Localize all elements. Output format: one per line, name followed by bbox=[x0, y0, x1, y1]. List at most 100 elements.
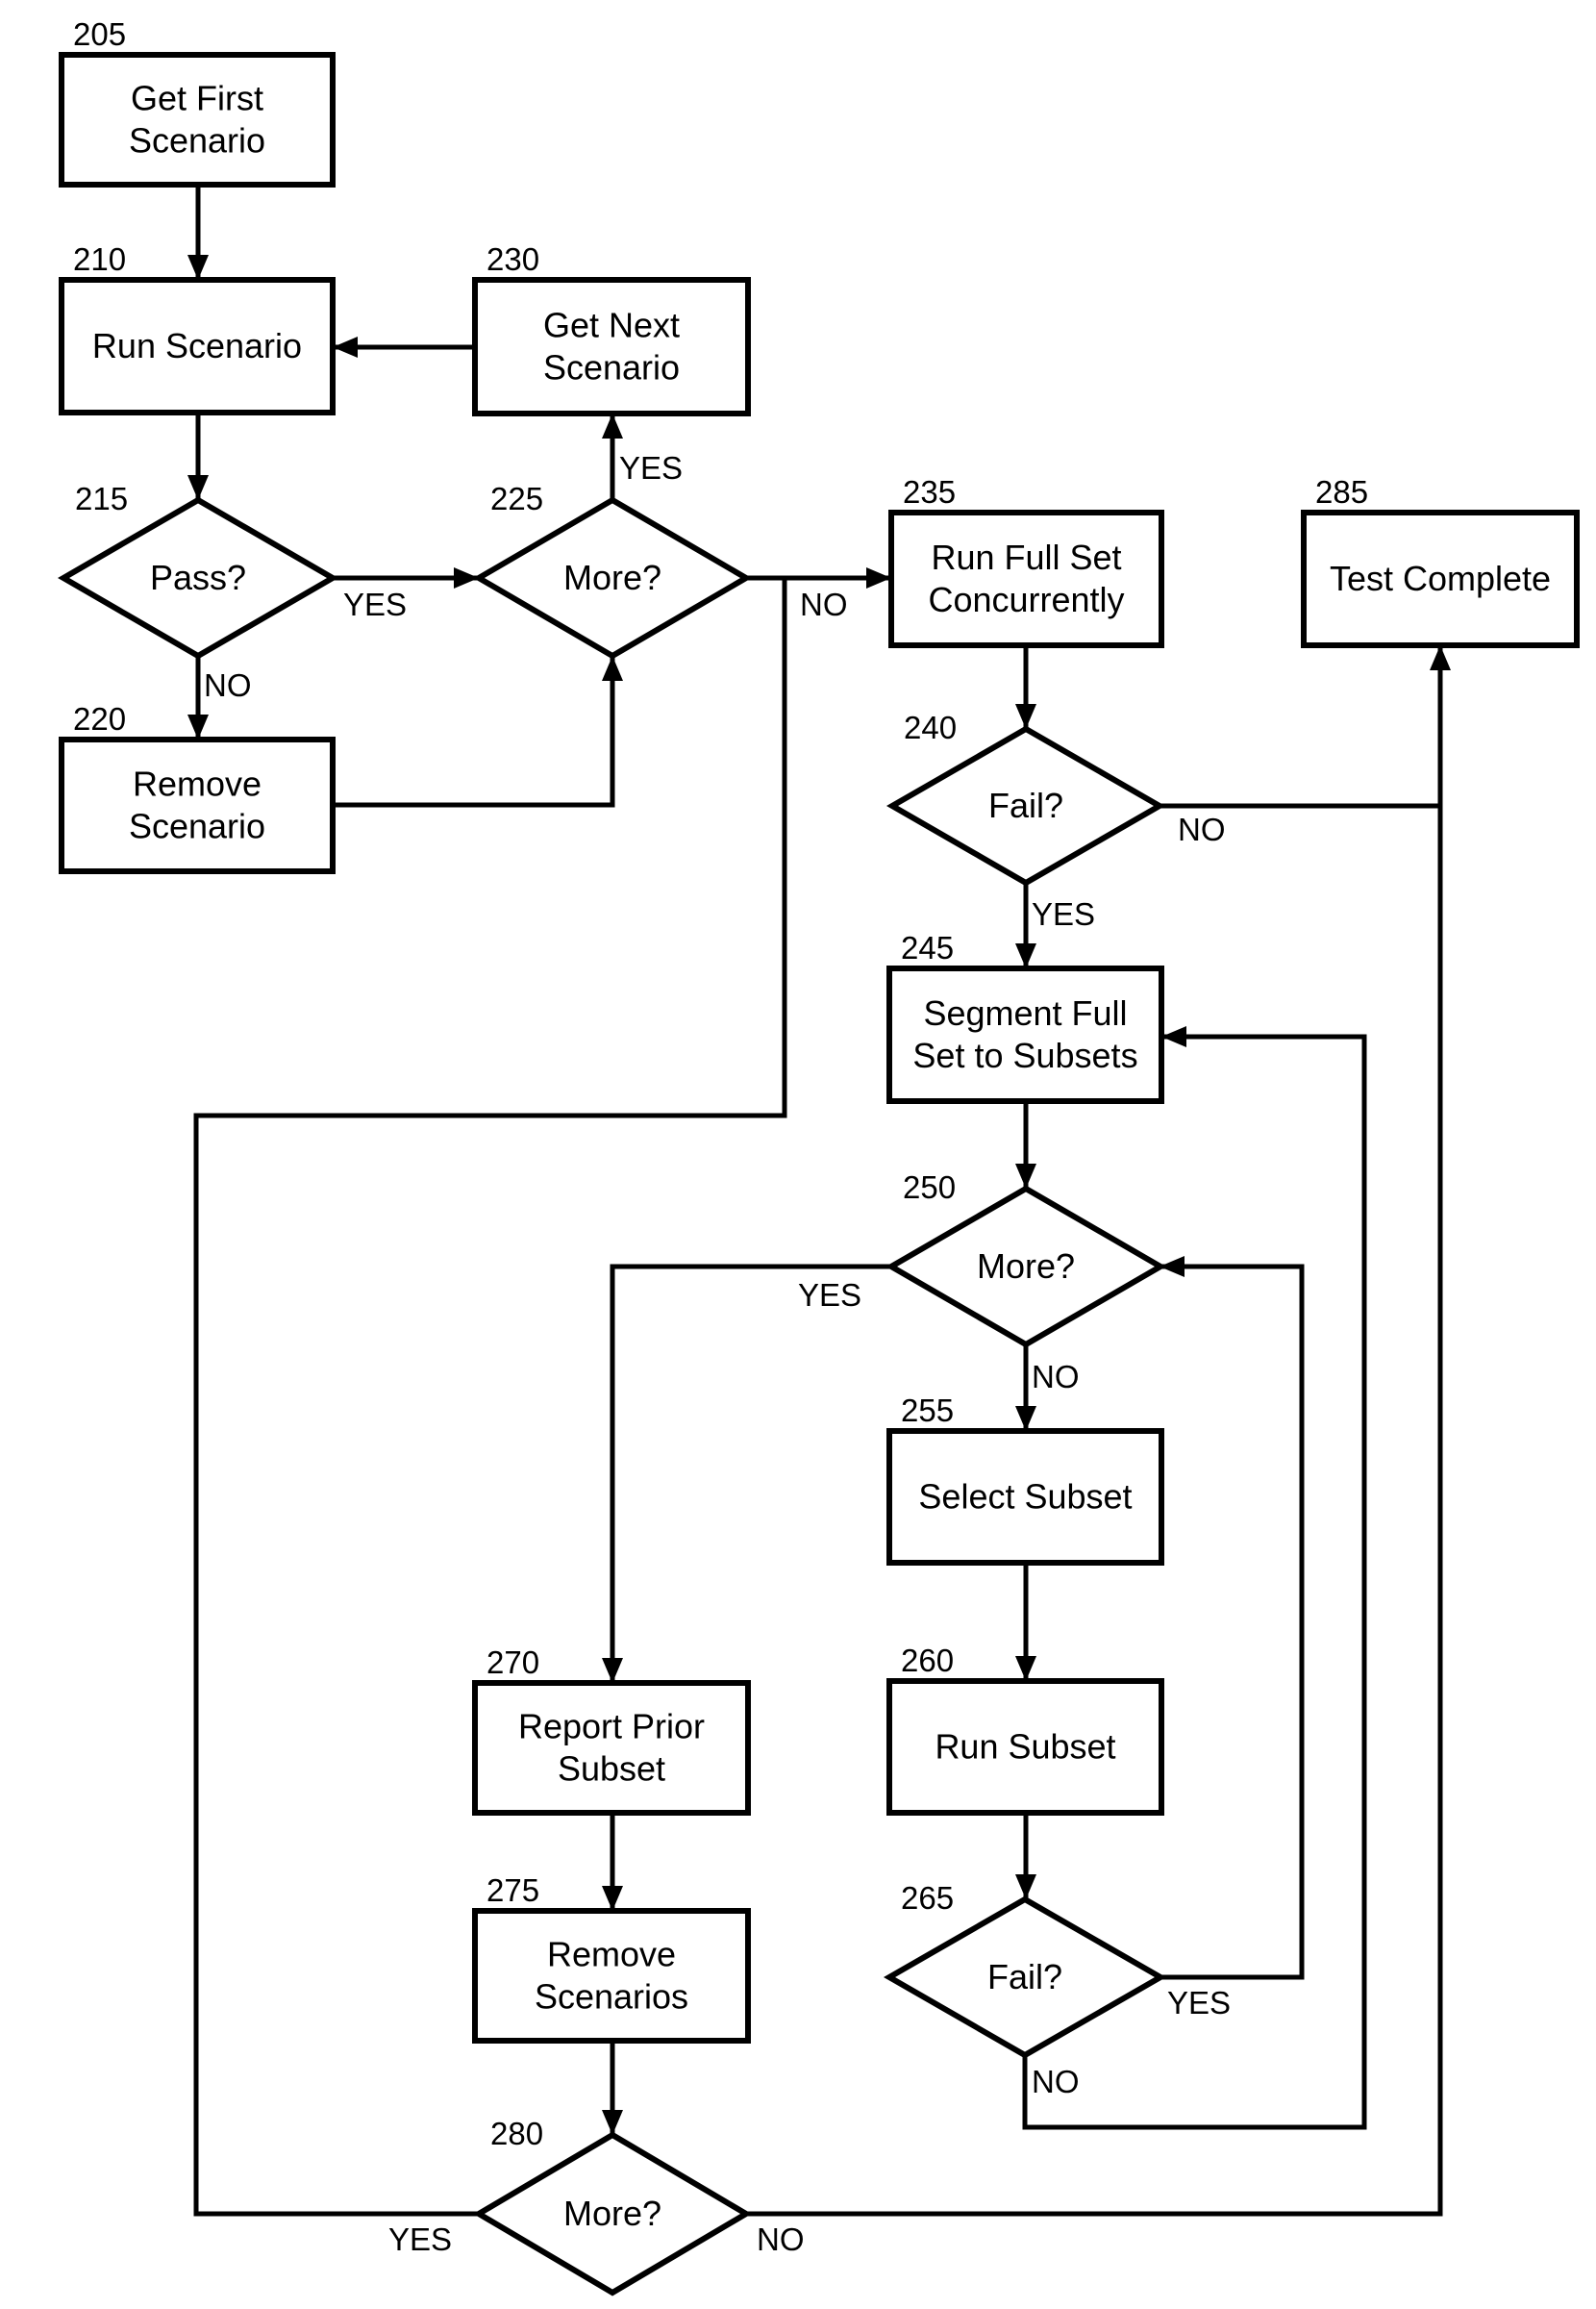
edge-label-yes: YES bbox=[1167, 1985, 1231, 2020]
node-240[interactable]: 240 Fail? bbox=[885, 710, 1166, 887]
node-label: Run Subset bbox=[935, 1727, 1115, 1767]
node-reference-number: 285 bbox=[1315, 474, 1368, 510]
edge-235-240 bbox=[1015, 645, 1036, 729]
node-reference-number: 265 bbox=[901, 1880, 954, 1916]
node-label: Get First bbox=[131, 79, 263, 118]
node-reference-number: 210 bbox=[73, 241, 126, 277]
arrowhead-icon bbox=[602, 414, 623, 439]
node-285[interactable]: 285 Test Complete bbox=[1301, 474, 1580, 648]
arrowhead-icon bbox=[1015, 943, 1036, 968]
node-reference-number: 275 bbox=[486, 1872, 539, 1908]
arrowhead-icon bbox=[187, 475, 209, 500]
arrowhead-icon bbox=[1015, 1164, 1036, 1189]
node-reference-number: 255 bbox=[901, 1393, 954, 1428]
process-box[interactable] bbox=[59, 52, 336, 188]
node-reference-number: 260 bbox=[901, 1643, 954, 1678]
edge-250-270 bbox=[602, 1264, 891, 1683]
node-label: Scenario bbox=[129, 807, 265, 846]
edge-label-no: NO bbox=[757, 2221, 805, 2257]
arrowhead-icon bbox=[333, 337, 358, 358]
process-box[interactable] bbox=[888, 510, 1164, 648]
edge-260-265 bbox=[1015, 1813, 1036, 1899]
node-label: More? bbox=[563, 2194, 661, 2233]
node-reference-number: 215 bbox=[75, 481, 128, 516]
arrowhead-icon bbox=[187, 255, 209, 280]
arrowhead-icon bbox=[1015, 704, 1036, 729]
edge-label-yes: YES bbox=[1032, 896, 1095, 932]
node-225[interactable]: 225 More? bbox=[473, 481, 752, 660]
arrowhead-icon bbox=[602, 2110, 623, 2135]
edge-label-no: NO bbox=[204, 667, 252, 703]
node-reference-number: 220 bbox=[73, 701, 126, 737]
arrowhead-icon bbox=[187, 715, 209, 740]
edges-layer bbox=[187, 185, 1451, 2217]
node-reference-number: 280 bbox=[490, 2116, 543, 2151]
edge-255-260 bbox=[1015, 1563, 1036, 1681]
connector-line bbox=[610, 1264, 891, 1683]
edge-label-yes: YES bbox=[388, 2221, 452, 2257]
node-label: Fail? bbox=[987, 1957, 1062, 1996]
node-label: Scenario bbox=[129, 121, 265, 161]
connector-line bbox=[1160, 1264, 1305, 1980]
edge-270-275 bbox=[602, 1813, 623, 1911]
node-label: Remove bbox=[133, 765, 262, 804]
arrowhead-icon bbox=[1015, 1874, 1036, 1899]
edge-205-210 bbox=[187, 185, 209, 280]
edge-230-210 bbox=[333, 337, 475, 358]
process-box[interactable] bbox=[472, 1908, 751, 2044]
node-label: Pass? bbox=[150, 558, 246, 597]
process-box[interactable] bbox=[59, 737, 336, 874]
process-box[interactable] bbox=[472, 1680, 751, 1816]
node-label: Get Next bbox=[543, 306, 680, 345]
node-reference-number: 235 bbox=[903, 474, 956, 510]
arrowhead-icon bbox=[1430, 645, 1451, 670]
edge-225-235 bbox=[746, 567, 891, 589]
node-label: Scenario bbox=[543, 348, 680, 388]
node-reference-number: 240 bbox=[904, 710, 957, 745]
edge-220-225 bbox=[333, 656, 623, 808]
node-label: Subset bbox=[558, 1749, 665, 1789]
edge-label-yes: YES bbox=[619, 450, 683, 486]
node-label: Scenarios bbox=[535, 1977, 688, 2017]
arrowhead-icon bbox=[602, 656, 623, 681]
node-reference-number: 245 bbox=[901, 930, 954, 966]
edge-label-no: NO bbox=[1178, 812, 1226, 847]
node-215[interactable]: 215 Pass? bbox=[58, 481, 338, 660]
connector-line bbox=[333, 656, 615, 808]
process-box[interactable] bbox=[886, 966, 1164, 1104]
node-250[interactable]: 250 More? bbox=[885, 1169, 1166, 1348]
node-reference-number: 230 bbox=[486, 241, 539, 277]
edge-label-no: NO bbox=[1032, 2064, 1080, 2099]
arrowhead-icon bbox=[1015, 1406, 1036, 1431]
node-label: Fail? bbox=[988, 786, 1063, 825]
node-reference-number: 250 bbox=[903, 1169, 956, 1205]
edge-275-280 bbox=[602, 2041, 623, 2135]
node-265[interactable]: 265 Fail? bbox=[883, 1880, 1167, 2059]
edge-label-yes: YES bbox=[343, 587, 407, 622]
arrowhead-icon bbox=[1161, 1026, 1186, 1047]
node-280[interactable]: 280 More? bbox=[473, 2116, 752, 2296]
node-230[interactable]: 230Get NextScenario bbox=[472, 241, 751, 416]
arrowhead-icon bbox=[602, 1886, 623, 1911]
flowchart-canvas: 205Get FirstScenario210Run Scenario215Pa… bbox=[58, 16, 1580, 2296]
edge-265-250 bbox=[1160, 1256, 1305, 1980]
node-label: Run Scenario bbox=[92, 326, 302, 365]
edge-label-no: NO bbox=[800, 587, 848, 622]
node-label: Select Subset bbox=[918, 1477, 1132, 1517]
node-reference-number: 225 bbox=[490, 481, 543, 516]
node-label: Set to Subsets bbox=[912, 1036, 1137, 1075]
node-label: Test Complete bbox=[1330, 559, 1551, 598]
edge-label-yes: YES bbox=[798, 1277, 861, 1313]
node-205[interactable]: 205Get FirstScenario bbox=[59, 16, 336, 188]
arrowhead-icon bbox=[866, 567, 891, 589]
node-235[interactable]: 235 Run Full SetConcurrently bbox=[888, 474, 1164, 648]
node-label: Report Prior bbox=[518, 1707, 705, 1746]
edge-210-215 bbox=[187, 413, 209, 500]
node-label: More? bbox=[563, 558, 661, 597]
node-label: Remove bbox=[547, 1935, 676, 1974]
node-reference-number: 270 bbox=[486, 1644, 539, 1680]
arrowhead-icon bbox=[1015, 1656, 1036, 1681]
node-reference-number: 205 bbox=[73, 16, 126, 52]
process-box[interactable] bbox=[472, 277, 751, 416]
nodes-layer: 205Get FirstScenario210Run Scenario215Pa… bbox=[58, 16, 1580, 2296]
